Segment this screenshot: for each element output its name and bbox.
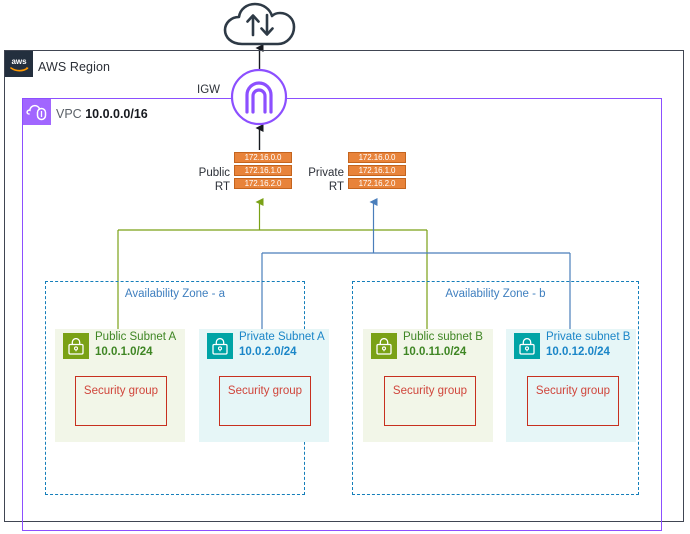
- security-group[interactable]: Security group: [75, 376, 167, 426]
- internet-gateway-icon[interactable]: [230, 68, 288, 126]
- route-entry: 172.16.0.0: [348, 152, 406, 163]
- vpc-label-text: VPC: [56, 107, 82, 121]
- security-group-label: Security group: [392, 385, 468, 397]
- security-group-label: Security group: [535, 385, 611, 397]
- aws-logo-icon: aws: [5, 51, 33, 77]
- public-rt-label-line2: RT: [214, 181, 230, 193]
- availability-zone-b-label: Availability Zone - b: [445, 288, 546, 300]
- route-entry: 172.16.2.0: [234, 178, 292, 189]
- subnet-private-b[interactable]: Private subnet B 10.0.12.0/24 Security g…: [506, 329, 636, 442]
- public-rt-label-line1: Public: [198, 167, 230, 179]
- subnet-header: Private subnet B 10.0.12.0/24: [506, 329, 636, 363]
- security-group[interactable]: Security group: [219, 376, 311, 426]
- route-entry: 172.16.1.0: [348, 165, 406, 176]
- subnet-name: Private Subnet A: [239, 331, 325, 343]
- subnet-public-a[interactable]: Public Subnet A 10.0.1.0/24 Security gro…: [55, 329, 185, 442]
- subnet-lock-icon: [63, 333, 89, 359]
- subnet-cidr: 10.0.1.0/24: [95, 346, 153, 358]
- subnet-text: Public Subnet A 10.0.1.0/24: [95, 330, 176, 360]
- subnet-name: Private subnet B: [546, 331, 631, 343]
- vpc-cidr: 10.0.0.0/16: [85, 107, 148, 121]
- security-group-label: Security group: [227, 385, 303, 397]
- private-rt-label-line2: RT: [328, 181, 344, 193]
- private-route-table-label: Private RT: [300, 166, 344, 194]
- subnet-cidr: 10.0.11.0/24: [403, 346, 467, 358]
- internet-cloud-icon: [222, 2, 298, 48]
- route-entry: 172.16.2.0: [348, 178, 406, 189]
- subnet-lock-icon: [371, 333, 397, 359]
- subnet-lock-icon: [207, 333, 233, 359]
- subnet-lock-icon: [514, 333, 540, 359]
- security-group[interactable]: Security group: [527, 376, 619, 426]
- subnet-public-b[interactable]: Public subnet B 10.0.11.0/24 Security gr…: [363, 329, 493, 442]
- architecture-diagram: aws AWS Region VPC 10.0.0.0/16 IGW Publi…: [0, 0, 690, 534]
- subnet-text: Private Subnet A 10.0.2.0/24: [239, 330, 325, 360]
- route-entry: 172.16.1.0: [234, 165, 292, 176]
- subnet-header: Private Subnet A 10.0.2.0/24: [199, 329, 329, 363]
- subnet-text: Private subnet B 10.0.12.0/24: [546, 330, 630, 360]
- subnet-cidr: 10.0.12.0/24: [546, 346, 610, 358]
- subnet-name: Public subnet B: [403, 331, 483, 343]
- public-route-table[interactable]: 172.16.0.0 172.16.1.0 172.16.2.0: [234, 152, 292, 189]
- subnet-text: Public subnet B 10.0.11.0/24: [403, 330, 483, 360]
- private-rt-label-line1: Private: [308, 167, 344, 179]
- vpc-icon: [23, 99, 51, 125]
- security-group[interactable]: Security group: [384, 376, 476, 426]
- public-route-table-label: Public RT: [186, 166, 230, 194]
- subnet-header: Public Subnet A 10.0.1.0/24: [55, 329, 185, 363]
- private-route-table[interactable]: 172.16.0.0 172.16.1.0 172.16.2.0: [348, 152, 406, 189]
- route-entry: 172.16.0.0: [234, 152, 292, 163]
- subnet-name: Public Subnet A: [95, 331, 177, 343]
- aws-region-label: AWS Region: [38, 60, 111, 74]
- vpc-label: VPC 10.0.0.0/16: [56, 107, 148, 121]
- svg-text:aws: aws: [11, 57, 27, 66]
- subnet-header: Public subnet B 10.0.11.0/24: [363, 329, 493, 363]
- security-group-label: Security group: [83, 385, 159, 397]
- subnet-cidr: 10.0.2.0/24: [239, 346, 297, 358]
- igw-label: IGW: [197, 84, 220, 96]
- subnet-private-a[interactable]: Private Subnet A 10.0.2.0/24 Security gr…: [199, 329, 329, 442]
- availability-zone-a-label: Availability Zone - a: [124, 288, 226, 300]
